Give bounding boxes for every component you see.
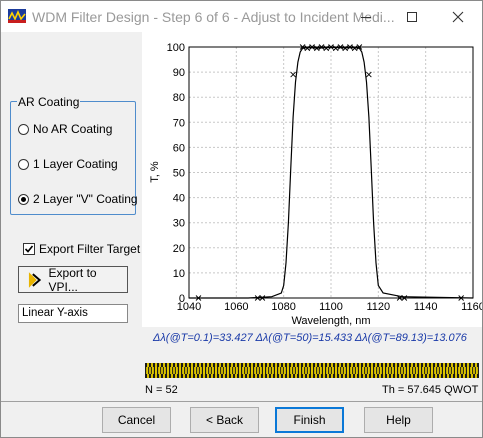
finish-button[interactable]: Finish: [275, 407, 344, 433]
y-tick-label: 30: [173, 218, 185, 230]
radio-label: 2 Layer "V" Coating: [33, 192, 138, 206]
radio-label: No AR Coating: [33, 122, 113, 136]
y-axis-mode-field[interactable]: Linear Y-axis: [18, 304, 128, 323]
app-icon: [8, 9, 26, 23]
x-tick-label: 1100: [319, 301, 343, 313]
y-tick-label: 70: [173, 117, 185, 129]
transmission-chart: 1040 1060 1080 1100 1120 1140 1160010203040506…: [142, 32, 482, 327]
maximize-button[interactable]: [389, 1, 435, 32]
x-axis-label: Wavelength, nm: [291, 315, 370, 327]
export-filter-target-checkbox[interactable]: Export Filter Target: [23, 242, 140, 256]
checkmark-icon: [24, 245, 34, 253]
radio-button-selected[interactable]: [18, 193, 29, 205]
y-tick-label: 40: [173, 193, 185, 205]
wizard-window: WDM Filter Design - Step 6 of 6 - Adjust…: [0, 0, 483, 438]
radio-no-ar-coating[interactable]: No AR Coating: [18, 121, 112, 137]
close-button[interactable]: [435, 1, 481, 32]
y-tick-label: 60: [173, 142, 185, 154]
chart-background: [142, 32, 482, 327]
layer-structure-bar: [145, 363, 479, 378]
x-tick-label: 1140: [414, 301, 438, 313]
bandwidth-readout: Δλ(@T=0.1)=33.427 Δλ(@T=50)=15.433 Δλ(@T…: [153, 332, 467, 344]
layer-count: N = 52: [145, 384, 178, 396]
maximize-icon: [407, 11, 417, 22]
thickness-readout: Th = 57.645 QWOT: [382, 384, 479, 396]
export-button-label: Export to VPI...: [48, 265, 97, 294]
footer-separator: [1, 401, 482, 402]
checkbox-box[interactable]: [23, 243, 35, 255]
y-tick-label: 50: [173, 168, 185, 180]
x-tick-label: 1080: [271, 301, 295, 313]
radio-1-layer-coating[interactable]: 1 Layer Coating: [18, 156, 118, 172]
y-tick-label: 20: [173, 243, 185, 255]
y-tick-label: 80: [173, 92, 185, 104]
back-button[interactable]: < Back: [190, 407, 259, 433]
cancel-button[interactable]: Cancel: [102, 407, 171, 433]
close-icon: [452, 11, 464, 22]
radio-button[interactable]: [18, 158, 29, 170]
help-button[interactable]: Help: [364, 407, 433, 433]
radio-button[interactable]: [18, 123, 29, 135]
minimize-icon: [361, 16, 371, 18]
export-to-vpi-button[interactable]: Export to VPI...: [18, 265, 128, 294]
y-tick-label: 0: [179, 293, 185, 305]
y-tick-label: 90: [173, 67, 185, 79]
y-tick-label: 10: [173, 268, 185, 280]
x-tick-label: 1160: [461, 301, 482, 313]
x-tick-label: 1120: [367, 301, 391, 313]
radio-2-layer-v-coating[interactable]: 2 Layer "V" Coating: [18, 191, 138, 207]
y-axis-label: T, %: [149, 161, 161, 183]
vpi-logo-icon: [28, 271, 42, 288]
x-tick-label: 1060: [224, 301, 248, 313]
title-bar[interactable]: WDM Filter Design - Step 6 of 6 - Adjust…: [1, 1, 482, 32]
minimize-button[interactable]: [343, 1, 389, 32]
radio-label: 1 Layer Coating: [33, 157, 118, 171]
window-title: WDM Filter Design - Step 6 of 6 - Adjust…: [32, 9, 395, 25]
checkbox-label: Export Filter Target: [39, 242, 141, 256]
y-tick-label: 100: [167, 42, 185, 54]
ar-coating-legend: AR Coating: [17, 95, 81, 109]
